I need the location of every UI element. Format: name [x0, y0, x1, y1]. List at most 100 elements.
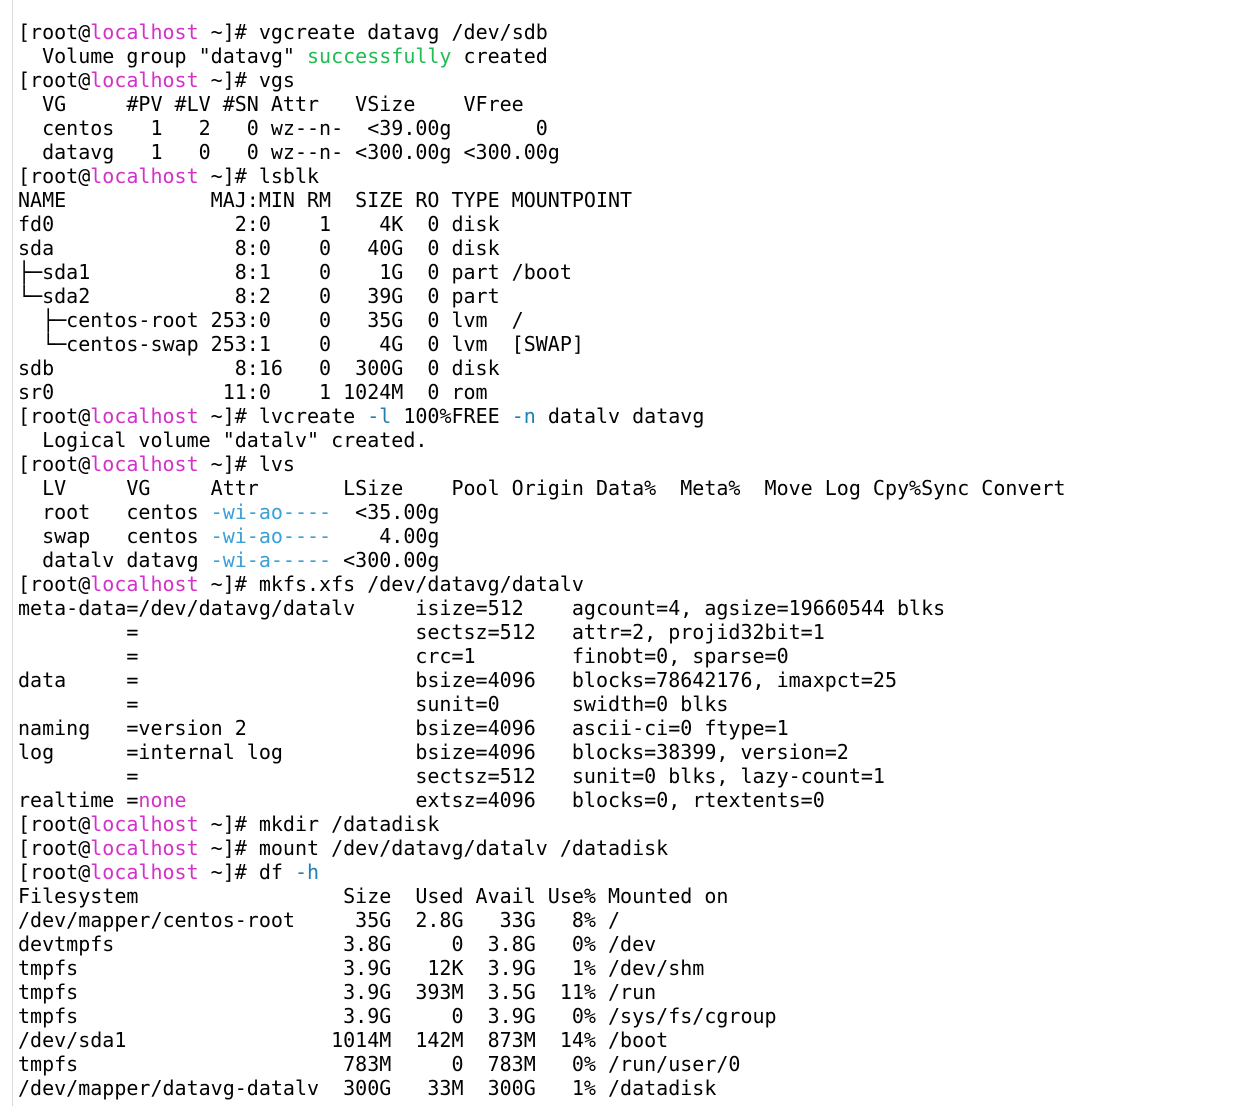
prompt-hostname: localhost	[90, 404, 199, 428]
terminal-output-line: data = bsize=4096 blocks=78642176, imaxp…	[18, 668, 1254, 692]
terminal-text: /dev/mapper/centos-root 35G 2.8G 33G 8% …	[18, 908, 621, 932]
terminal-text: └─sda2 8:2 0 39G 0 part	[18, 284, 500, 308]
prompt-hostname: localhost	[90, 164, 199, 188]
terminal-text: tmpfs 3.9G 12K 3.9G 1% /dev/shm	[18, 956, 705, 980]
prompt-hostname: localhost	[90, 836, 199, 860]
terminal-text: = sectsz=512 sunit=0 blks, lazy-count=1	[18, 764, 885, 788]
terminal-prompt-line: [root@localhost ~]# vgs	[18, 68, 1254, 92]
terminal-text: sda 8:0 0 40G 0 disk	[18, 236, 500, 260]
terminal-text: created	[451, 44, 548, 68]
terminal-text: sdb 8:16 0 300G 0 disk	[18, 356, 500, 380]
terminal-text: [root@	[18, 164, 91, 188]
terminal-text: └─centos-swap 253:1 0 4G 0 lvm [SWAP]	[18, 332, 584, 356]
terminal-text: log =internal log bsize=4096 blocks=3839…	[18, 740, 849, 764]
terminal-text: extsz=4096 blocks=0, rtextents=0	[186, 788, 825, 812]
lv-attributes: -wi-ao----	[210, 524, 332, 548]
terminal-text: data = bsize=4096 blocks=78642176, imaxp…	[18, 668, 897, 692]
terminal-text: [root@	[18, 68, 91, 92]
terminal-text: centos 1 2 0 wz--n- <39.00g 0	[18, 116, 548, 140]
terminal-text: LV VG Attr LSize Pool Origin Data% Meta%…	[18, 476, 1066, 500]
terminal-output-line: centos 1 2 0 wz--n- <39.00g 0	[18, 116, 1254, 140]
terminal-output-line: = sunit=0 swidth=0 blks	[18, 692, 1254, 716]
terminal-output-line: Volume group "datavg" successfully creat…	[18, 44, 1254, 68]
terminal-text: root centos	[18, 500, 211, 524]
prompt-hostname: localhost	[90, 68, 199, 92]
terminal-text: ~]# vgs	[198, 68, 295, 92]
terminal-text: /dev/sda1 1014M 142M 873M 14% /boot	[18, 1028, 669, 1052]
terminal-prompt-line: [root@localhost ~]# vgcreate datavg /dev…	[18, 20, 1254, 44]
terminal-text: = sunit=0 swidth=0 blks	[18, 692, 729, 716]
success-keyword: successfully	[306, 44, 452, 68]
terminal-output-line: fd0 2:0 1 4K 0 disk	[18, 212, 1254, 236]
terminal-text: [root@	[18, 404, 91, 428]
terminal-text: tmpfs 3.9G 0 3.9G 0% /sys/fs/cgroup	[18, 1004, 777, 1028]
terminal-text: swap centos	[18, 524, 211, 548]
terminal-output-line: root centos -wi-ao---- <35.00g	[18, 500, 1254, 524]
terminal-text: Volume group "datavg"	[18, 44, 307, 68]
terminal-output-line: datalv datavg -wi-a----- <300.00g	[18, 548, 1254, 572]
terminal-text: ~]# mkfs.xfs /dev/datavg/datalv	[198, 572, 584, 596]
command-option: -l	[367, 404, 392, 428]
terminal-output[interactable]: [root@localhost ~]# vgcreate datavg /dev…	[18, 20, 1254, 1100]
terminal-text: NAME MAJ:MIN RM SIZE RO TYPE MOUNTPOINT	[18, 188, 633, 212]
command-option: -h	[294, 860, 320, 884]
terminal-text: /dev/mapper/datavg-datalv 300G 33M 300G …	[18, 1076, 717, 1100]
terminal-prompt-line: [root@localhost ~]# mount /dev/datavg/da…	[18, 836, 1254, 860]
prompt-hostname: localhost	[90, 572, 199, 596]
terminal-output-line: tmpfs 783M 0 783M 0% /run/user/0	[18, 1052, 1254, 1076]
terminal-text: [root@	[18, 860, 91, 884]
terminal-text: Logical volume "datalv" created.	[18, 428, 428, 452]
terminal-output-line: swap centos -wi-ao---- 4.00g	[18, 524, 1254, 548]
terminal-prompt-line: [root@localhost ~]# lvcreate -l 100%FREE…	[18, 404, 1254, 428]
terminal-output-line: datavg 1 0 0 wz--n- <300.00g <300.00g	[18, 140, 1254, 164]
terminal-output-line: meta-data=/dev/datavg/datalv isize=512 a…	[18, 596, 1254, 620]
terminal-text: [root@	[18, 836, 91, 860]
prompt-hostname: localhost	[90, 452, 199, 476]
terminal-text: ├─centos-root 253:0 0 35G 0 lvm /	[18, 308, 524, 332]
terminal-output-line: └─centos-swap 253:1 0 4G 0 lvm [SWAP]	[18, 332, 1254, 356]
terminal-text: meta-data=/dev/datavg/datalv isize=512 a…	[18, 596, 946, 620]
terminal-text: ~]# mount /dev/datavg/datalv /datadisk	[198, 836, 669, 860]
terminal-text: datalv datavg	[535, 404, 705, 428]
terminal-output-line: NAME MAJ:MIN RM SIZE RO TYPE MOUNTPOINT	[18, 188, 1254, 212]
terminal-text: [root@	[18, 572, 91, 596]
terminal-output-line: /dev/sda1 1014M 142M 873M 14% /boot	[18, 1028, 1254, 1052]
terminal-text: 4.00g	[331, 524, 440, 548]
terminal-output-line: LV VG Attr LSize Pool Origin Data% Meta%…	[18, 476, 1254, 500]
terminal-text: devtmpfs 3.8G 0 3.8G 0% /dev	[18, 932, 657, 956]
terminal-text: [root@	[18, 812, 91, 836]
terminal-output-line: sda 8:0 0 40G 0 disk	[18, 236, 1254, 260]
terminal-text: ├─sda1 8:1 0 1G 0 part /boot	[18, 260, 572, 284]
terminal-text: tmpfs 783M 0 783M 0% /run/user/0	[18, 1052, 741, 1076]
terminal-prompt-line: [root@localhost ~]# df -h	[18, 860, 1254, 884]
terminal-output-line: log =internal log bsize=4096 blocks=3839…	[18, 740, 1254, 764]
command-option: -n	[511, 404, 536, 428]
lv-attributes: -wi-a-----	[210, 548, 332, 572]
terminal-output-line: ├─sda1 8:1 0 1G 0 part /boot	[18, 260, 1254, 284]
terminal-output-line: ├─centos-root 253:0 0 35G 0 lvm /	[18, 308, 1254, 332]
terminal-prompt-line: [root@localhost ~]# lsblk	[18, 164, 1254, 188]
terminal-text: Filesystem Size Used Avail Use% Mounted …	[18, 884, 729, 908]
terminal-prompt-line: [root@localhost ~]# lvs	[18, 452, 1254, 476]
terminal-output-line: Filesystem Size Used Avail Use% Mounted …	[18, 884, 1254, 908]
none-keyword: none	[138, 788, 187, 812]
terminal-text: datavg 1 0 0 wz--n- <300.00g <300.00g	[18, 140, 560, 164]
terminal-output-line: tmpfs 3.9G 12K 3.9G 1% /dev/shm	[18, 956, 1254, 980]
terminal-output-line: = sectsz=512 attr=2, projid32bit=1	[18, 620, 1254, 644]
terminal-text: VG #PV #LV #SN Attr VSize VFree	[18, 92, 524, 116]
terminal-text: <300.00g	[331, 548, 440, 572]
terminal-output-line: /dev/mapper/centos-root 35G 2.8G 33G 8% …	[18, 908, 1254, 932]
terminal-output-line: └─sda2 8:2 0 39G 0 part	[18, 284, 1254, 308]
prompt-hostname: localhost	[90, 812, 199, 836]
terminal-output-line: devtmpfs 3.8G 0 3.8G 0% /dev	[18, 932, 1254, 956]
lv-attributes: -wi-ao----	[210, 500, 332, 524]
terminal-output-line: VG #PV #LV #SN Attr VSize VFree	[18, 92, 1254, 116]
terminal-text: ~]# df	[198, 860, 295, 884]
prompt-hostname: localhost	[90, 20, 199, 44]
terminal-text: [root@	[18, 452, 91, 476]
terminal-text: = crc=1 finobt=0, sparse=0	[18, 644, 789, 668]
terminal-output-line: Logical volume "datalv" created.	[18, 428, 1254, 452]
terminal-text: ~]# lvcreate	[198, 404, 368, 428]
terminal-text: ~]# vgcreate datavg /dev/sdb	[198, 20, 548, 44]
terminal-text: ~]# mkdir /datadisk	[198, 812, 440, 836]
